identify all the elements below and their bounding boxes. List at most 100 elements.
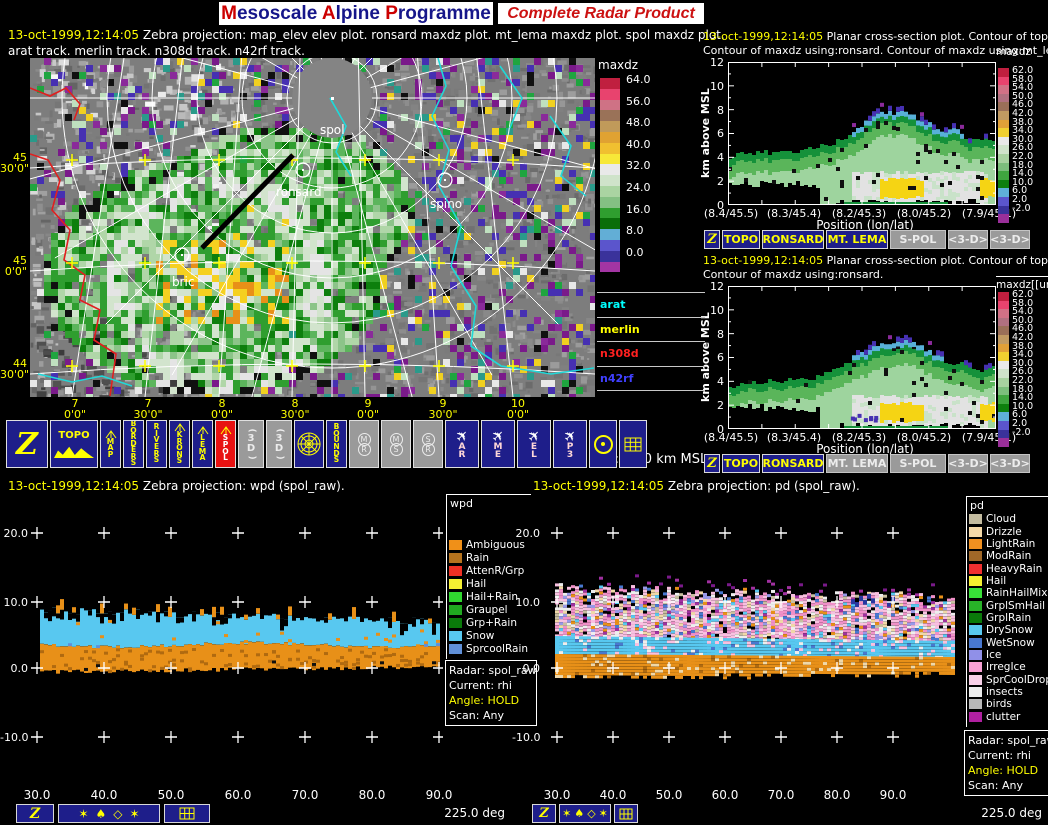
track-item-arat[interactable]: arat: [600, 298, 626, 311]
z-logo-icon: Z: [30, 806, 40, 822]
colorbar-cell: [998, 292, 1009, 301]
spol-button[interactable]: S-POL: [890, 454, 946, 473]
3d-button[interactable]: <3-D>: [948, 230, 988, 249]
scan-mode: Current: rhi: [968, 748, 1048, 763]
legend-label: LightRain: [986, 538, 1035, 550]
cross-section-1-plot-canvas[interactable]: [728, 62, 996, 205]
rhi-right-plot-canvas[interactable]: [545, 504, 965, 784]
legend-label: Hail+Rain: [466, 591, 518, 603]
sr-button[interactable]: SR: [413, 420, 443, 468]
topo-button[interactable]: TOPO: [50, 420, 98, 468]
colorbar-label: 56.0: [626, 96, 651, 107]
hydrometeor-symbols-button[interactable]: ✶♠◇✶: [58, 804, 160, 823]
web-button[interactable]: [294, 420, 324, 468]
grid-overlay-button[interactable]: [614, 804, 638, 823]
mtlema-button[interactable]: MT. LEMA: [826, 454, 888, 473]
spol-button[interactable]: S-POL: [890, 230, 946, 249]
colorbar-label: 16.0: [626, 204, 651, 215]
zebra-menu-button[interactable]: Z: [532, 804, 556, 823]
legend-label: SprcoolRain: [466, 643, 528, 655]
legend-label: GrplSmHail: [986, 600, 1045, 612]
topo-button[interactable]: TOPO: [722, 454, 760, 473]
legend-wpd: wpdAmbiguousRainAttenR/GrpHailHail+RainG…: [446, 494, 531, 659]
map-x-axis-label: 100'0": [496, 398, 540, 420]
ms-button[interactable]: MS: [381, 420, 411, 468]
cross-section-toolbar: ZTOPORONSARDMT. LEMAS-POL<3-D><3-D>: [704, 230, 1030, 249]
legend-label: RainHailMix: [986, 587, 1047, 599]
legend-swatch: [969, 551, 982, 561]
cross-section-ytick: 10: [706, 80, 724, 93]
p3-button[interactable]: ✈P3: [553, 420, 587, 468]
track-item-merlin[interactable]: merlin: [600, 323, 640, 336]
krons-button[interactable]: KRONS: [169, 420, 190, 468]
3d-button[interactable]: (3D): [266, 420, 292, 468]
el-button[interactable]: ✈EL: [517, 420, 551, 468]
3d-button[interactable]: (3D): [238, 420, 264, 468]
map-button[interactable]: MAP: [100, 420, 121, 468]
colorbar-cell: [998, 154, 1009, 163]
rhi-xtick: 30.0: [537, 788, 577, 802]
colorbar-cell: [998, 369, 1009, 378]
rhi-left-plot-canvas[interactable]: [18, 504, 443, 784]
ronsard-button[interactable]: RONSARD: [762, 454, 824, 473]
spol-button[interactable]: SPOL: [215, 420, 236, 468]
legend-swatch: [449, 553, 462, 563]
airplane-icon: ✈: [561, 427, 580, 446]
legend-swatch: [449, 592, 462, 602]
legend-entry-rain: Rain: [447, 552, 531, 565]
track-item-n42rf[interactable]: n42rf: [600, 372, 633, 385]
3d-button[interactable]: <3-D>: [990, 230, 1030, 249]
cross-section-ytick: 2: [706, 175, 724, 188]
rhi-xtick: 70.0: [761, 788, 801, 802]
legend-swatch: [969, 712, 982, 722]
legend-label: ModRain: [986, 550, 1031, 562]
topo-button[interactable]: TOPO: [722, 230, 760, 249]
track-item-n308d[interactable]: n308d: [600, 347, 639, 360]
colorbar-cell: [600, 251, 620, 262]
scan-filter: Scan: Any: [968, 778, 1048, 793]
zebra-menu-button[interactable]: Z: [16, 804, 54, 823]
3d-button[interactable]: <3-D>: [948, 454, 988, 473]
cross-section-ytick: 8: [706, 328, 724, 341]
legend-swatch: [449, 605, 462, 615]
airplane-icon: ✈: [489, 427, 508, 446]
legend-swatch: [969, 675, 982, 685]
colorbar-cell: [998, 361, 1009, 370]
grid-button[interactable]: [619, 420, 647, 468]
mr-button[interactable]: MR: [349, 420, 379, 468]
hydrometeor-symbols-button[interactable]: ✶♠◇✶: [559, 804, 611, 823]
ronsard-button[interactable]: RONSARD: [762, 230, 824, 249]
cross-section-2-plot-canvas[interactable]: [728, 286, 996, 429]
rhi-xtick: 60.0: [218, 788, 258, 802]
azimuth-label-left: 225.0 deg: [395, 806, 505, 820]
grid-overlay-button[interactable]: [164, 804, 210, 823]
colorbar-label: 48.0: [626, 117, 651, 128]
bounds-button[interactable]: BOUNDS: [326, 420, 347, 468]
colorbar-cell: [998, 128, 1009, 137]
colorbar-cell: [600, 143, 620, 154]
z-button[interactable]: Z: [704, 454, 720, 473]
colorbar-cell: [998, 335, 1009, 344]
z-button[interactable]: Z: [704, 230, 720, 249]
dot-button[interactable]: [589, 420, 617, 468]
3d-button[interactable]: <3-D>: [990, 454, 1030, 473]
rivers-button[interactable]: RIVERS: [146, 420, 167, 468]
zebra-radar-display: Mesoscale Alpine Programme Complete Rada…: [0, 0, 1048, 825]
legend-entry-ice: Ice: [967, 649, 1048, 661]
colorbar-cell: [600, 218, 620, 229]
colorbar-cell: [998, 412, 1009, 421]
legend-label: Cloud: [986, 513, 1016, 525]
lema-button[interactable]: LEMA: [192, 420, 213, 468]
colorbar-cell: [600, 89, 620, 100]
mtlema-button[interactable]: MT. LEMA: [826, 230, 888, 249]
me-button[interactable]: ✈ME: [481, 420, 515, 468]
map-plot-canvas[interactable]: [30, 58, 595, 397]
colorbar-label: 0.0: [626, 247, 644, 258]
colorbar-cell: [998, 404, 1009, 413]
track-divider: [597, 390, 705, 391]
ar-button[interactable]: ✈AR: [445, 420, 479, 468]
z-logo-icon: Z: [707, 456, 717, 471]
z-button[interactable]: Z: [6, 420, 48, 468]
cross-section-1-header: 13-oct-1999,12:14:05 Planar cross-sectio…: [703, 30, 1048, 43]
borders-button[interactable]: BORDERS: [123, 420, 144, 468]
